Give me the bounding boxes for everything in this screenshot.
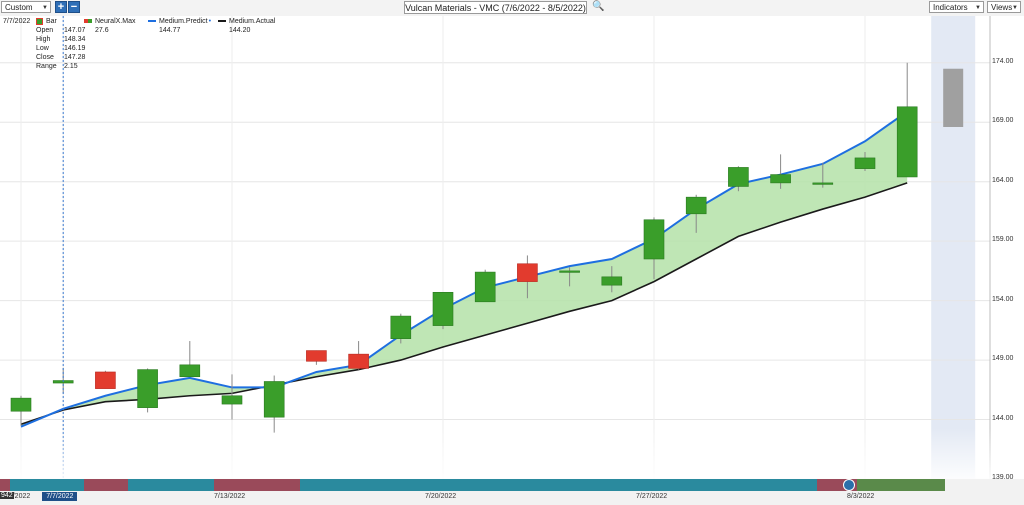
candle-body [95, 371, 116, 389]
y-tick-label: 149.00 [992, 355, 1014, 363]
candle-body [685, 196, 707, 215]
candle-body [348, 353, 369, 369]
remove-button[interactable]: − [68, 1, 80, 13]
neural-swatch-icon [84, 19, 92, 23]
x-tick-label: 7/7/2022 [42, 492, 78, 501]
high-label: High [36, 36, 51, 43]
chart-title: Vulcan Materials - VMC (7/6/2022 - 8/5/2… [404, 1, 587, 14]
candle-body [432, 291, 454, 326]
mode-select-value: Custom [5, 3, 33, 12]
open-label: Open [36, 27, 54, 34]
x-tick-label: 7/13/2022 [214, 493, 246, 500]
search-icon[interactable]: 🔍 [592, 1, 604, 13]
y-tick-label: 164.00 [992, 176, 1014, 184]
mode-select[interactable]: Custom ▼ [1, 1, 51, 13]
candle-body [390, 315, 412, 339]
indicators-label: Indicators [933, 3, 968, 12]
candle-body [179, 364, 201, 378]
candle-body [517, 263, 538, 282]
candle-body [306, 350, 327, 362]
crosshair-y-label: 942 [0, 492, 14, 499]
price-chart[interactable] [0, 16, 1024, 479]
candle-body [896, 106, 918, 178]
low-label: Low [36, 45, 49, 52]
y-tick-label: 174.00 [992, 57, 1014, 65]
toolbar: Custom ▼ + − Vulcan Materials - VMC (7/6… [0, 0, 1024, 17]
timeline-scrollbar[interactable] [0, 479, 945, 491]
actual-legend: Medium.Actual 144.20 [218, 17, 275, 35]
plot-background [0, 16, 990, 479]
candle-body [559, 270, 580, 273]
candle-body [221, 395, 243, 405]
ohlc-values: Open 147.07 High 148.34 Low 146.19 Close 147… [36, 26, 85, 71]
views-menu[interactable]: Views ▼ [987, 1, 1021, 13]
candle-body [137, 369, 158, 408]
chevron-down-icon: ▼ [42, 5, 48, 11]
x-tick-label: 7/20/2022 [425, 493, 457, 500]
x-tick-label: 8/3/2022 [847, 493, 875, 500]
ohlc-legend: 7/7/2022 Bar [3, 17, 57, 26]
legend-bar-name: Bar [46, 18, 57, 25]
candle-body [728, 167, 749, 187]
predict-name: Medium.Predict [159, 18, 208, 25]
indicators-menu[interactable]: Indicators ▼ [929, 1, 984, 13]
y-tick-label: 169.00 [992, 117, 1014, 125]
y-tick-label: 144.00 [992, 414, 1014, 422]
high-value: 148.34 [64, 36, 86, 43]
candle-body [601, 276, 623, 286]
candle-body [770, 174, 791, 184]
candle-body [643, 219, 665, 260]
timeline-segment [857, 479, 945, 491]
actual-value: 144.20 [229, 27, 251, 34]
chevron-down-icon: ▼ [1012, 5, 1018, 11]
y-tick-label: 139.00 [992, 474, 1014, 481]
views-label: Views [991, 3, 1013, 12]
timeline-segment [84, 479, 128, 491]
range-label: Range [36, 63, 57, 70]
candle-body [854, 157, 876, 169]
open-value: 147.07 [64, 27, 86, 34]
candle-body [812, 182, 834, 185]
neural-legend: NeuralX.Max 27.6 [84, 17, 135, 35]
neural-name: NeuralX.Max [95, 18, 136, 25]
forecast-band [943, 68, 964, 127]
neural-value: 27.6 [95, 27, 109, 34]
y-tick-label: 154.00 [992, 295, 1014, 303]
legend-date: 7/7/2022 [3, 18, 31, 25]
actual-swatch-icon [218, 20, 226, 22]
add-button[interactable]: + [55, 1, 67, 13]
y-tick-label: 159.00 [992, 236, 1014, 244]
y-axis-background [990, 16, 1024, 479]
actual-name: Medium.Actual [229, 18, 276, 25]
close-value: 147.28 [64, 54, 86, 61]
range-value: 2.15 [64, 63, 78, 70]
low-value: 146.19 [64, 45, 86, 52]
timeline-handle[interactable] [843, 479, 855, 491]
candle-body [10, 397, 32, 412]
x-tick-label: 7/27/2022 [636, 493, 668, 500]
bar-swatch-icon [36, 18, 43, 25]
predict-swatch-icon [148, 20, 156, 22]
predict-legend: Medium.Predict • 144.77 [148, 17, 211, 35]
candle-body [263, 381, 285, 418]
chevron-down-icon: ▼ [975, 5, 981, 11]
candle-body [474, 271, 496, 303]
timeline-segment [214, 479, 300, 491]
close-label: Close [36, 54, 54, 61]
predict-dot-icon: • [208, 18, 212, 25]
predict-value: 144.77 [159, 27, 181, 34]
timeline-segment [0, 479, 10, 491]
